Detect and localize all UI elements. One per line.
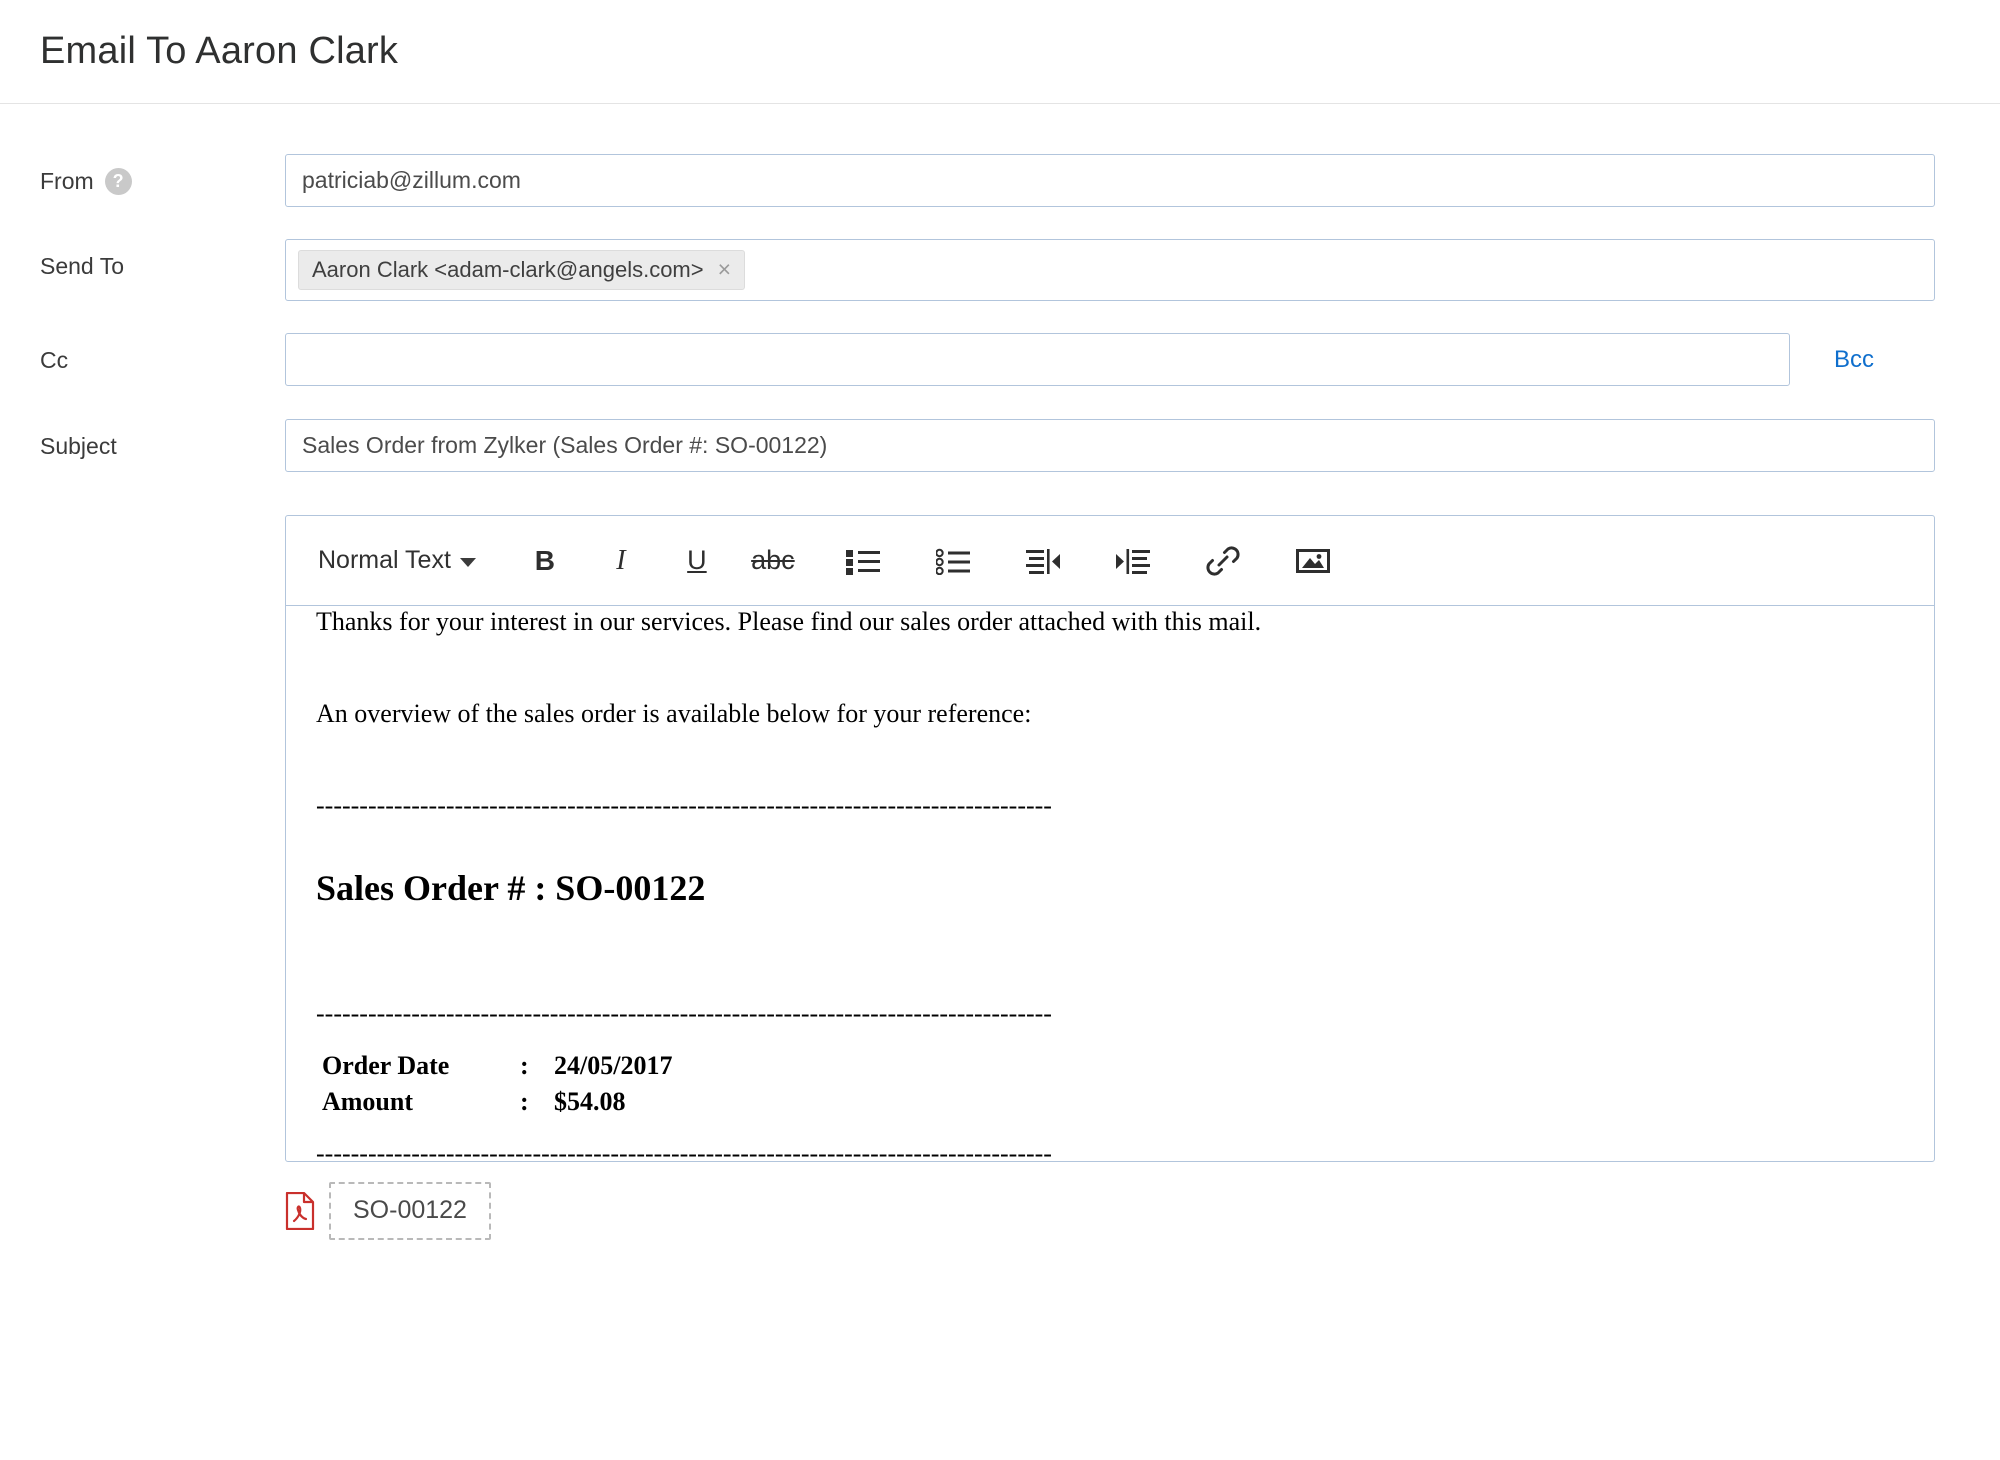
body-separator-mid: ----------------------------------------… (316, 980, 1904, 1048)
underline-button[interactable]: U (670, 534, 724, 588)
strikethrough-button[interactable]: abc (746, 534, 800, 588)
send-to-row: Send To Aaron Clark <adam-clark@angels.c… (0, 239, 2000, 301)
attachment-chip[interactable]: SO-00122 (329, 1182, 491, 1240)
email-body-content: Thanks for your interest in our services… (316, 606, 1904, 1161)
order-date-label: Order Date (316, 1048, 520, 1084)
text-style-label: Normal Text (318, 546, 451, 575)
body-overview: An overview of the sales order is availa… (316, 680, 1904, 748)
link-icon[interactable] (1196, 534, 1250, 588)
rich-text-editor: Normal Text B I U abc (285, 515, 1935, 1162)
subject-input[interactable] (285, 419, 1935, 472)
cc-label: Cc (40, 333, 285, 377)
bold-button[interactable]: B (518, 534, 572, 588)
from-row: From ? (0, 154, 2000, 207)
bcc-link[interactable]: Bcc (1834, 333, 1874, 386)
attachment-name: SO-00122 (353, 1196, 467, 1224)
editor-toolbar: Normal Text B I U abc (286, 516, 1934, 606)
send-to-label: Send To (40, 239, 285, 283)
image-icon[interactable] (1286, 534, 1340, 588)
email-body-editor[interactable]: Thanks for your interest in our services… (286, 606, 1934, 1161)
pdf-file-icon (285, 1192, 315, 1230)
cc-input[interactable] (285, 333, 1790, 386)
bulleted-list-icon[interactable] (836, 534, 890, 588)
numbered-list-icon[interactable] (926, 534, 980, 588)
amount-label: Amount (316, 1084, 520, 1120)
body-separator-top: ----------------------------------------… (316, 772, 1904, 840)
body-spacer (316, 748, 1904, 772)
body-heading: Sales Order # : SO-00122 (316, 840, 1904, 936)
recipient-chip[interactable]: Aaron Clark <adam-clark@angels.com> × (298, 250, 745, 290)
chevron-down-icon (460, 558, 476, 567)
from-input[interactable] (285, 154, 1935, 207)
from-label: From (40, 164, 94, 198)
email-compose-form: From ? Send To Aaron Clark <adam-clark@a… (0, 154, 2000, 472)
page-header: Email To Aaron Clark (0, 0, 2000, 104)
order-summary-table: Order Date : 24/05/2017 Amount : $54.08 (316, 1048, 672, 1120)
body-spacer (316, 656, 1904, 680)
subject-label: Subject (40, 419, 285, 463)
subject-row: Subject (0, 419, 2000, 472)
recipient-chip-label: Aaron Clark <adam-clark@angels.com> (312, 259, 704, 281)
order-date-colon: : (520, 1048, 554, 1084)
send-to-field[interactable]: Aaron Clark <adam-clark@angels.com> × (285, 239, 1935, 301)
body-spacer (316, 936, 1904, 980)
order-date-value: 24/05/2017 (554, 1048, 672, 1084)
amount-colon: : (520, 1084, 554, 1120)
body-intro: Thanks for your interest in our services… (316, 606, 1904, 656)
from-label-group: From ? (40, 154, 285, 198)
attachment-row: SO-00122 (285, 1182, 2000, 1240)
table-row: Amount : $54.08 (316, 1084, 672, 1120)
body-separator-bottom: ----------------------------------------… (316, 1120, 1904, 1161)
text-style-dropdown[interactable]: Normal Text (312, 542, 482, 579)
italic-button[interactable]: I (594, 534, 648, 588)
indent-icon[interactable] (1106, 534, 1160, 588)
outdent-icon[interactable] (1016, 534, 1070, 588)
cc-row: Cc Bcc (0, 333, 2000, 386)
page-title: Email To Aaron Clark (40, 30, 398, 73)
close-icon[interactable]: × (718, 258, 731, 281)
amount-value: $54.08 (554, 1084, 672, 1120)
table-row: Order Date : 24/05/2017 (316, 1048, 672, 1084)
help-icon[interactable]: ? (105, 168, 132, 195)
